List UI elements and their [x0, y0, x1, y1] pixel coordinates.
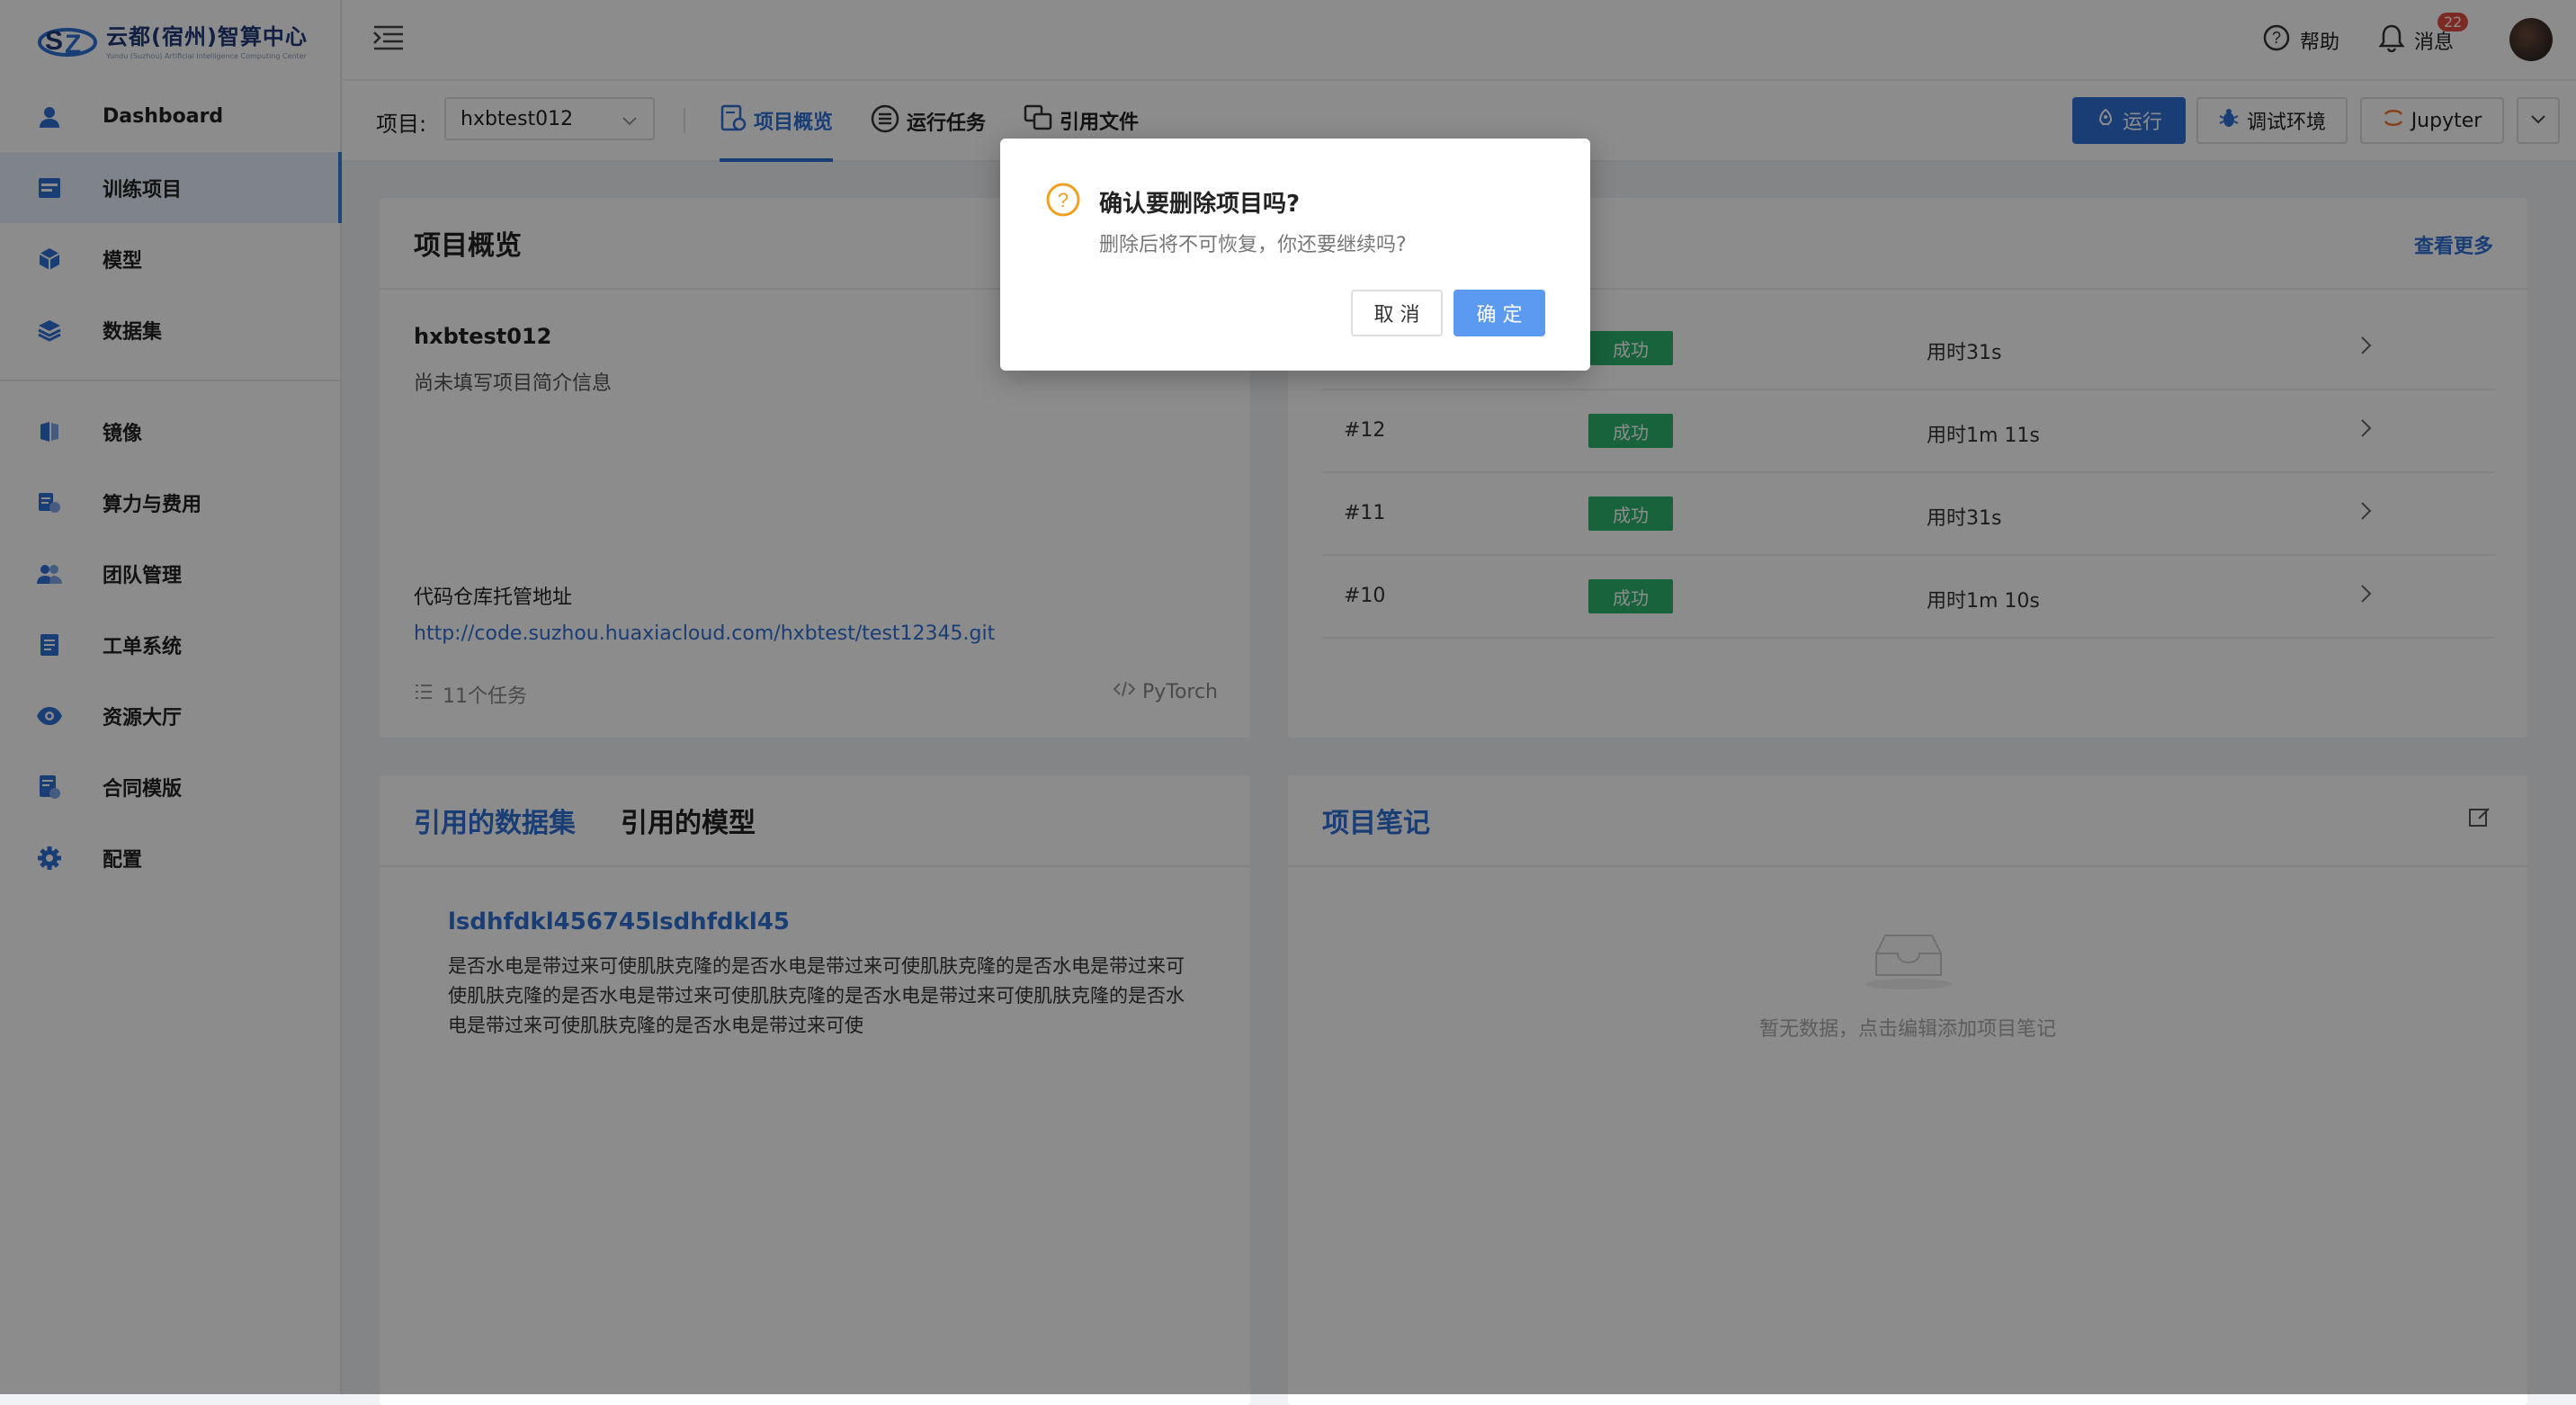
cancel-button[interactable]: 取 消	[1351, 290, 1443, 336]
confirm-button[interactable]: 确 定	[1453, 290, 1545, 336]
dialog-message: 删除后将不可恢复，你还要继续吗?	[1099, 234, 1407, 256]
dialog-title: 确认要删除项目吗?	[1099, 191, 1301, 218]
warning-question-icon: ?	[1045, 182, 1081, 221]
svg-text:?: ?	[1058, 189, 1069, 211]
delete-confirm-dialog: ? 确认要删除项目吗? 删除后将不可恢复，你还要继续吗? 取 消 确 定	[1000, 139, 1590, 371]
